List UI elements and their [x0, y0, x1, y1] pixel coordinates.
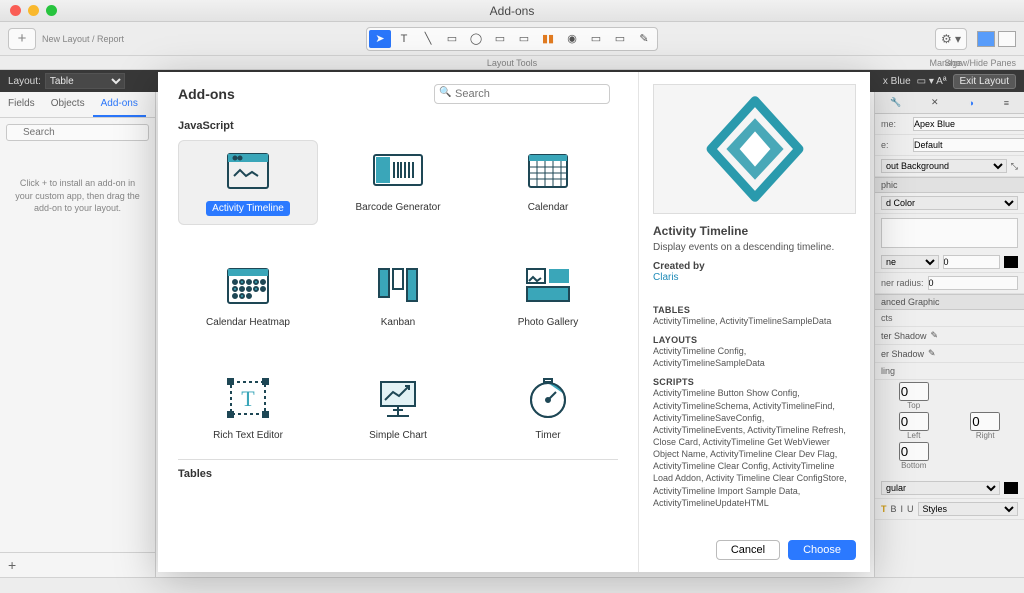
modal-detail: Activity Timeline Display events on a de… — [638, 72, 870, 572]
addon-calendar-heatmap[interactable]: Calendar Heatmap — [178, 255, 318, 338]
detail-description: Display events on a descending timeline. — [653, 242, 856, 253]
heatmap-icon — [222, 263, 274, 307]
addon-grid: Activity Timeline Barcode Generator Cale… — [178, 140, 618, 451]
barcode-icon — [372, 148, 424, 192]
layouts-heading: LAYOUTS — [653, 335, 856, 345]
modal-search-wrap — [434, 84, 610, 104]
addon-kanban[interactable]: Kanban — [328, 255, 468, 338]
modal-search-input[interactable] — [434, 84, 610, 104]
detail-preview — [653, 84, 856, 214]
addon-label: Calendar Heatmap — [200, 315, 296, 330]
addon-label: Barcode Generator — [349, 200, 446, 215]
scripts-body: ActivityTimeline Button Show Config, Act… — [653, 387, 856, 508]
scripts-heading: SCRIPTS — [653, 377, 856, 387]
addon-timer[interactable]: Timer — [478, 368, 618, 451]
addon-photo-gallery[interactable]: Photo Gallery — [478, 255, 618, 338]
svg-text:T: T — [241, 386, 255, 411]
addon-activity-timeline[interactable]: Activity Timeline — [178, 140, 318, 225]
addon-barcode-generator[interactable]: Barcode Generator — [328, 140, 468, 225]
modal-browser: Add-ons JavaScript Activity Timeline Bar… — [158, 72, 638, 572]
simple-chart-icon — [372, 376, 424, 420]
activity-timeline-icon — [222, 149, 274, 193]
addon-label: Photo Gallery — [512, 315, 585, 330]
tables-heading: TABLES — [653, 305, 856, 315]
rich-text-icon: T — [222, 376, 274, 420]
addon-calendar[interactable]: Calendar — [478, 140, 618, 225]
detail-title: Activity Timeline — [653, 224, 856, 238]
addon-rich-text[interactable]: T Rich Text Editor — [178, 368, 318, 451]
tables-body: ActivityTimeline, ActivityTimelineSample… — [653, 315, 856, 327]
addon-label: Simple Chart — [363, 428, 433, 443]
timer-icon — [522, 376, 574, 420]
addon-label: Rich Text Editor — [207, 428, 289, 443]
layouts-body: ActivityTimeline Config, ActivityTimelin… — [653, 345, 856, 369]
photo-gallery-icon — [522, 263, 574, 307]
addon-label: Calendar — [522, 200, 575, 215]
addons-modal: Add-ons JavaScript Activity Timeline Bar… — [158, 72, 870, 572]
addon-label: Activity Timeline — [206, 201, 290, 216]
addon-label: Kanban — [375, 315, 421, 330]
kanban-icon — [372, 263, 424, 307]
category-javascript: JavaScript — [178, 120, 618, 132]
created-by-link[interactable]: Claris — [653, 272, 856, 283]
category-tables: Tables — [178, 459, 618, 480]
cancel-button[interactable]: Cancel — [716, 540, 780, 560]
addon-simple-chart[interactable]: Simple Chart — [328, 368, 468, 451]
created-by-label: Created by — [653, 261, 856, 272]
modal-button-row: Cancel Choose — [653, 530, 856, 560]
addon-label: Timer — [529, 428, 566, 443]
choose-button[interactable]: Choose — [788, 540, 856, 560]
calendar-icon — [522, 148, 574, 192]
